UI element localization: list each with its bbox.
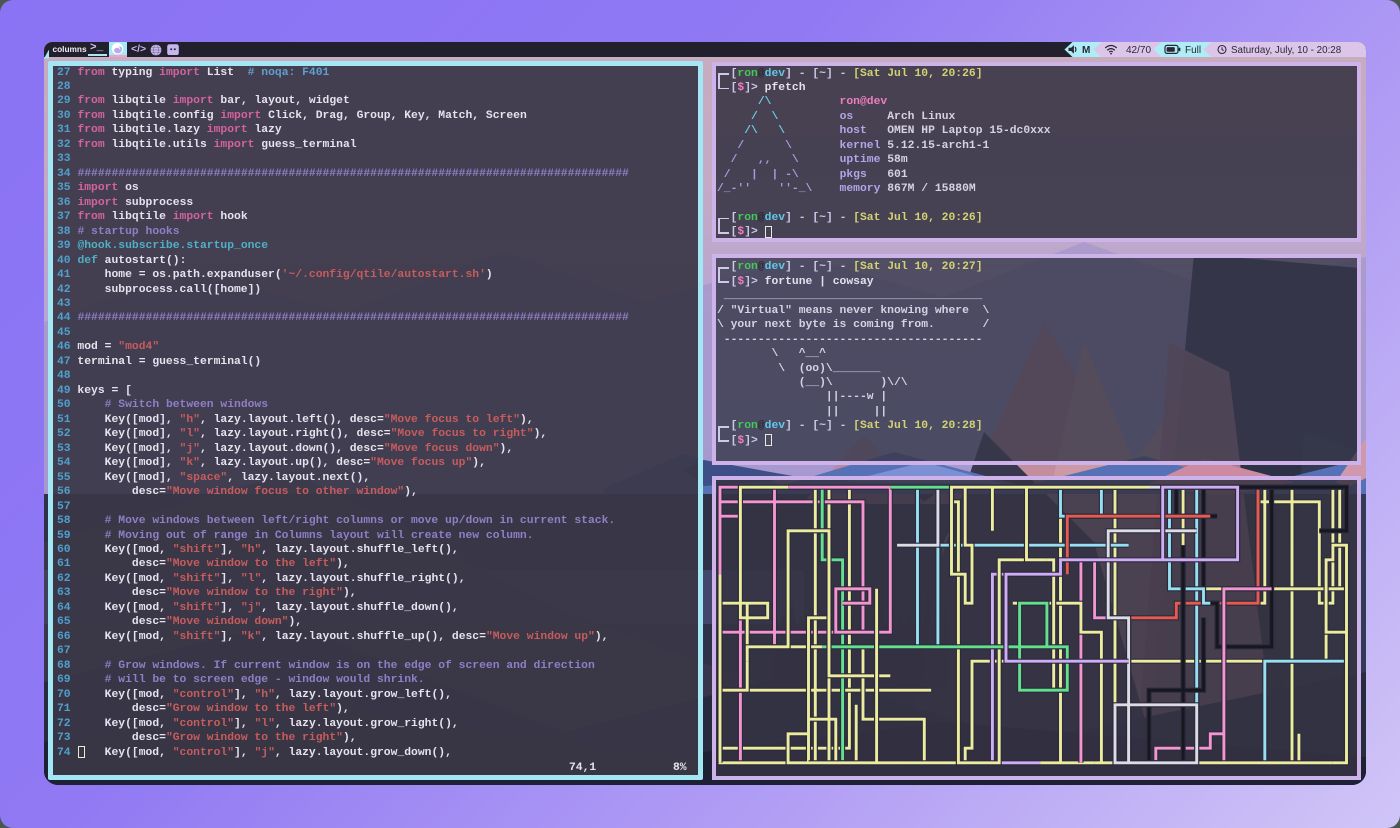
svg-text:Full: Full: [1185, 45, 1201, 56]
svg-text:M: M: [1082, 45, 1090, 56]
svg-text:42/70: 42/70: [1126, 45, 1151, 56]
svg-text:Saturday, July, 10 - 20:28: Saturday, July, 10 - 20:28: [1231, 45, 1342, 56]
